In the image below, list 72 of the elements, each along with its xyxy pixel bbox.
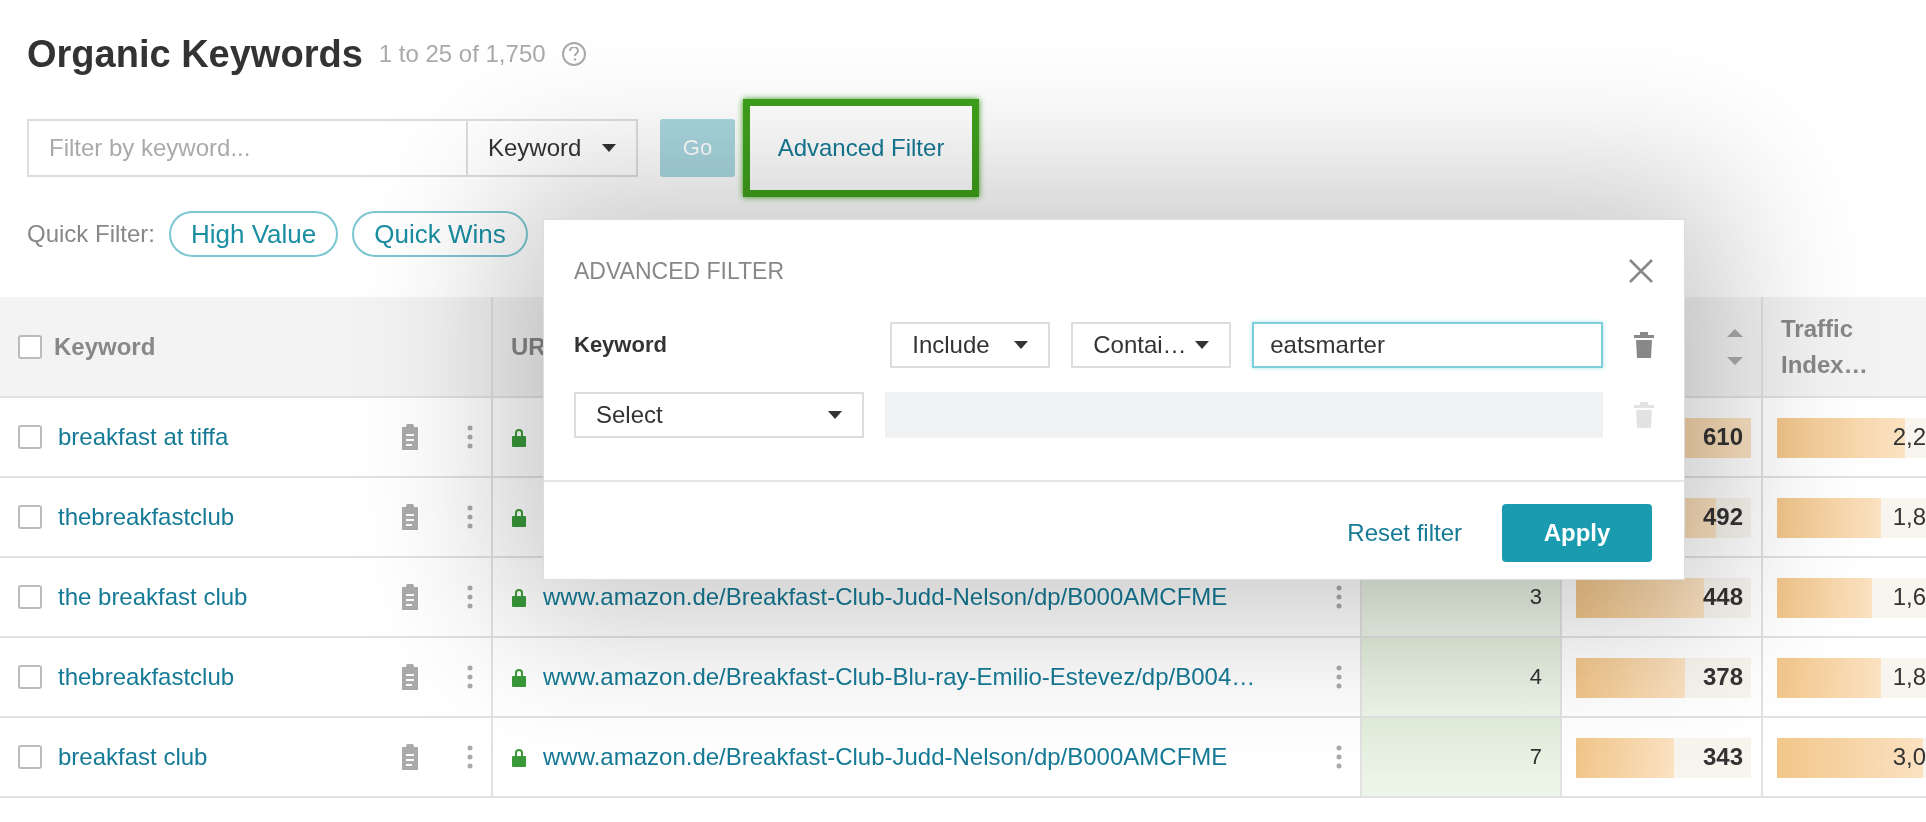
more-icon[interactable] (467, 505, 473, 529)
caret-icon (828, 411, 842, 419)
url-link[interactable]: www.amazon.de/Breakfast-Club-Judd-Nelson/dp/B000AMCFME (543, 743, 1320, 771)
traffic-index-value: 2,2 (1892, 423, 1926, 451)
checkbox[interactable] (18, 334, 42, 359)
column-header[interactable]: Traffic Index… (1763, 297, 1926, 398)
reset-filter-link[interactable]: Reset filter (1347, 519, 1462, 547)
filter-chip[interactable]: Quick Wins (352, 211, 528, 257)
traffic-value: 492 (1702, 503, 1743, 531)
operator-dropdown[interactable]: Contai… (1071, 322, 1232, 368)
clipboard-icon[interactable] (399, 584, 421, 610)
more-icon[interactable] (1336, 745, 1342, 769)
keyword-link[interactable]: thebreakfastclub (58, 503, 383, 531)
traffic-index-value: 1,6 (1892, 583, 1926, 611)
traffic-value: 448 (1702, 583, 1743, 611)
column-label: Keyword (54, 332, 156, 361)
apply-button[interactable]: Apply (1502, 504, 1652, 562)
filter-chip[interactable]: High Value (169, 211, 339, 257)
close-icon[interactable] (1628, 258, 1654, 284)
position-value: 4 (1529, 664, 1542, 690)
lock-icon (511, 587, 527, 607)
keyword-link[interactable]: thebreakfastclub (58, 663, 383, 691)
scope-dropdown[interactable]: Keyword (466, 119, 638, 177)
advanced-filter-link[interactable]: Advanced Filter (777, 134, 945, 162)
field-label: Keyword (574, 332, 668, 358)
more-icon[interactable] (1336, 585, 1342, 609)
lock-icon (511, 667, 527, 687)
column-header[interactable]: Keyword (0, 297, 493, 398)
lock-icon (511, 427, 527, 447)
keyword-link[interactable]: breakfast club (58, 743, 383, 771)
more-icon[interactable] (467, 425, 473, 449)
quick-filter-label: Quick Filter: (27, 220, 155, 248)
clipboard-icon[interactable] (399, 664, 421, 690)
caret-icon (602, 144, 616, 152)
clipboard-icon[interactable] (399, 504, 421, 530)
position-value: 3 (1529, 584, 1542, 610)
lock-icon (511, 507, 527, 527)
url-link[interactable]: www.amazon.de/Breakfast-Club-Blu-ray-Emilio-Estevez/dp/B004… (543, 663, 1320, 691)
traffic-index-value: 1,8 (1892, 663, 1926, 691)
caret-icon (1014, 341, 1029, 349)
result-range: 1 to 25 of 1,750 (378, 40, 546, 68)
traffic-index-value: 3,0 (1892, 743, 1926, 771)
lock-icon (511, 747, 527, 767)
page-title: Organic Keywords (27, 32, 363, 76)
field-dropdown[interactable]: Select (574, 392, 864, 438)
clipboard-icon[interactable] (399, 424, 421, 450)
traffic-value: 343 (1702, 743, 1743, 771)
more-icon[interactable] (467, 585, 473, 609)
checkbox[interactable] (18, 745, 42, 769)
more-icon[interactable] (467, 665, 473, 689)
traffic-index-value: 1,8 (1892, 503, 1926, 531)
more-icon[interactable] (467, 745, 473, 769)
keyword-link[interactable]: breakfast at tiffa (58, 423, 383, 451)
clipboard-icon[interactable] (399, 744, 421, 770)
checkbox[interactable] (18, 665, 42, 689)
url-link[interactable]: www.amazon.de/Breakfast-Club-Judd-Nelson/dp/B000AMCFME (543, 583, 1320, 611)
position-value: 7 (1529, 744, 1542, 770)
caret-icon (1195, 341, 1210, 349)
value-field[interactable]: eatsmarter (1252, 322, 1603, 368)
more-icon[interactable] (1336, 665, 1342, 689)
trash-icon[interactable] (1634, 332, 1654, 358)
dialog-title: ADVANCED FILTER (574, 257, 784, 285)
keyword-link[interactable]: the breakfast club (58, 583, 383, 611)
filter-field[interactable]: Filter by keyword... (27, 119, 466, 177)
checkbox[interactable] (18, 585, 42, 609)
checkbox[interactable] (18, 425, 42, 449)
traffic-value: 378 (1702, 663, 1743, 691)
include-dropdown[interactable]: Include (890, 322, 1051, 368)
sort-icon[interactable] (1727, 328, 1743, 365)
checkbox[interactable] (18, 505, 42, 529)
traffic-value: 610 (1702, 423, 1743, 451)
help-icon[interactable] (561, 42, 586, 66)
